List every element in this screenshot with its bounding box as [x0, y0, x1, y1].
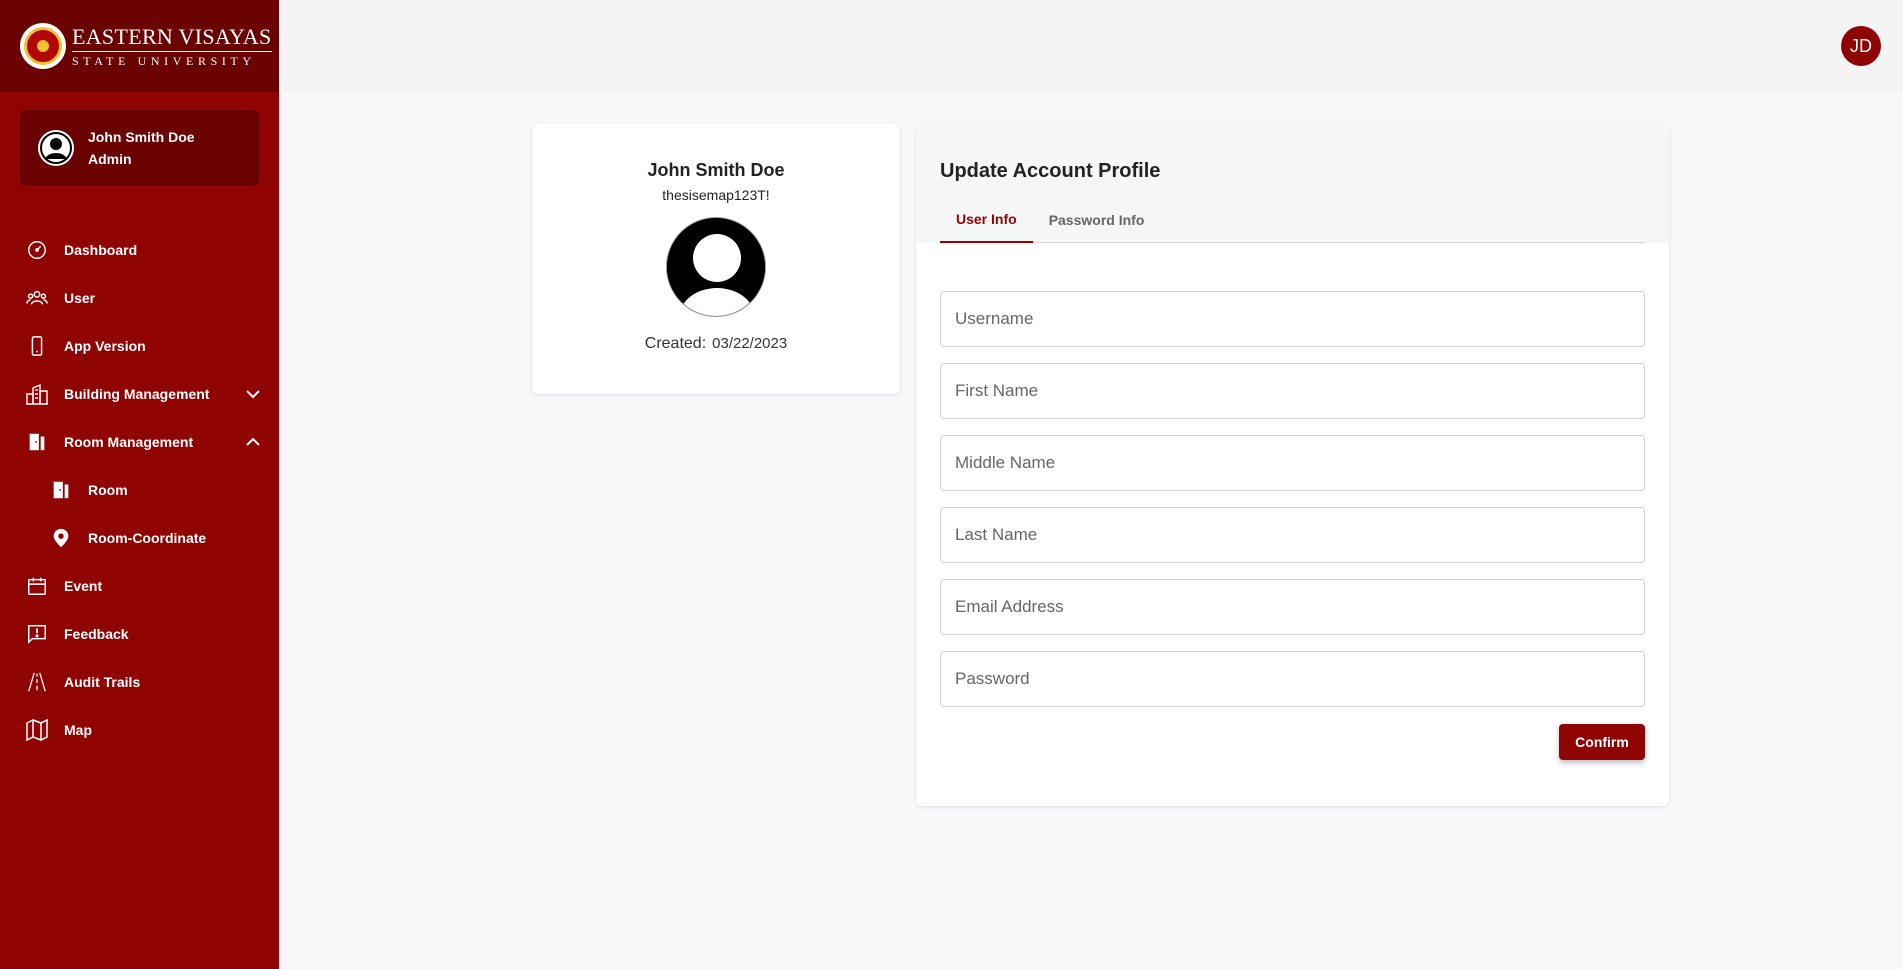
tab-user-info[interactable]: User Info — [940, 196, 1033, 243]
profile-card: John Smith Doe thesisemap123T! Created: 0… — [532, 124, 900, 394]
chevron-down-icon[interactable] — [243, 384, 263, 404]
phone-icon — [25, 334, 49, 358]
sidebar-item-event[interactable]: Event — [0, 562, 279, 610]
university-seal-icon — [20, 23, 66, 69]
brand-name: EASTERN VISAYAS — [72, 25, 272, 52]
profile-name: John Smith Doe — [647, 160, 785, 180]
brand-subtitle: STATE UNIVERSITY — [72, 53, 256, 68]
chevron-up-icon[interactable] — [243, 432, 263, 452]
calendar-icon — [25, 574, 49, 598]
dashboard-icon — [25, 238, 49, 262]
update-profile-header: Update Account Profile User Info Passwor… — [916, 124, 1669, 243]
user-info-form: Confirm — [916, 243, 1669, 760]
door-icon — [25, 430, 49, 454]
profile-username: thesisemap123T! — [662, 187, 770, 203]
sidebar-item-building-management[interactable]: Building Management — [0, 370, 279, 418]
road-icon — [25, 670, 49, 694]
feedback-icon — [25, 622, 49, 646]
profile-created: Created: 03/22/2023 — [532, 335, 900, 353]
profile-avatar-icon — [666, 217, 766, 317]
password-input[interactable] — [940, 651, 1645, 707]
profile-created-date: 03/22/2023 — [712, 335, 788, 352]
username-input[interactable] — [940, 291, 1645, 347]
user-avatar-icon — [38, 130, 74, 166]
building-icon — [25, 382, 49, 406]
sidebar-item-user[interactable]: User — [0, 274, 279, 322]
tab-password-info[interactable]: Password Info — [1033, 196, 1161, 243]
sidebar-item-audit-trails[interactable]: Audit Trails — [0, 658, 279, 706]
map-icon — [25, 718, 49, 742]
sidebar-item-app-version[interactable]: App Version — [0, 322, 279, 370]
top-bar: JD — [279, 0, 1903, 92]
map-pin-icon — [49, 526, 73, 550]
door-icon — [49, 478, 73, 502]
header-avatar[interactable]: JD — [1841, 26, 1881, 66]
sidebar-user-name: John Smith Doe — [88, 129, 195, 145]
brand-logo[interactable]: EASTERN VISAYAS STATE UNIVERSITY — [0, 0, 279, 92]
first-name-input[interactable] — [940, 363, 1645, 419]
sidebar-item-map[interactable]: Map — [0, 706, 279, 754]
sidebar-item-room-management[interactable]: Room Management — [0, 418, 279, 466]
update-profile-card: Update Account Profile User Info Passwor… — [916, 124, 1669, 806]
sidebar-item-feedback[interactable]: Feedback — [0, 610, 279, 658]
profile-tabs: User Info Password Info — [940, 196, 1645, 243]
sidebar-user-role: Admin — [88, 151, 132, 167]
users-icon — [25, 286, 49, 310]
sidebar-item-room[interactable]: Room — [0, 466, 279, 514]
last-name-input[interactable] — [940, 507, 1645, 563]
sidebar-nav: Dashboard User App Version Building Mana… — [0, 226, 279, 754]
profile-created-label: Created: — [644, 335, 707, 352]
email-input[interactable] — [940, 579, 1645, 635]
update-profile-title: Update Account Profile — [940, 160, 1161, 182]
sidebar-item-room-coordinate[interactable]: Room-Coordinate — [0, 514, 279, 562]
confirm-button[interactable]: Confirm — [1559, 724, 1645, 760]
sidebar-item-dashboard[interactable]: Dashboard — [0, 226, 279, 274]
sidebar: EASTERN VISAYAS STATE UNIVERSITY John Sm… — [0, 0, 279, 969]
middle-name-input[interactable] — [940, 435, 1645, 491]
sidebar-user-card[interactable]: John Smith Doe Admin — [20, 110, 259, 186]
